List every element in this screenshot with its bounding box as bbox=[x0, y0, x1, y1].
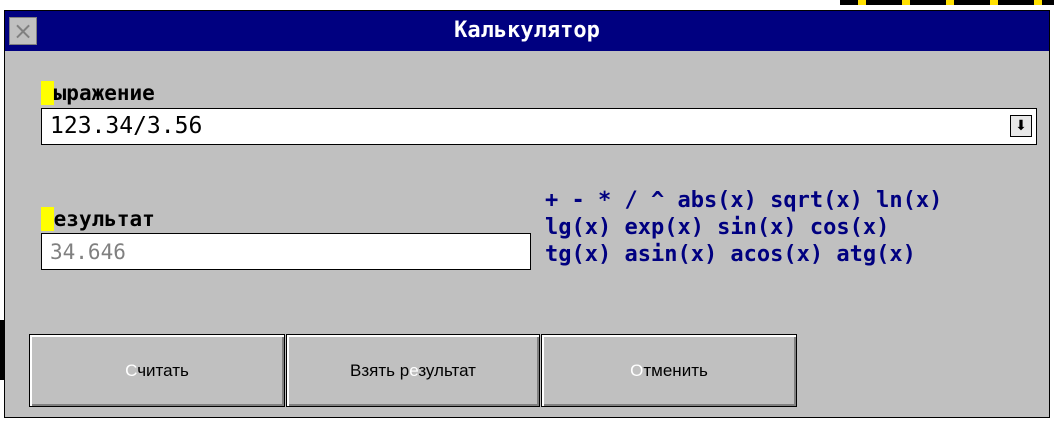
result-label-text: езультат bbox=[53, 207, 155, 231]
dropdown-arrow-icon[interactable]: ⬇ bbox=[1010, 115, 1032, 137]
functions-help: + - * / ^ abs(x) sqrt(x) ln(x) lg(x) exp(… bbox=[545, 187, 1045, 268]
take-result-button-label-pre: Взять р bbox=[350, 361, 410, 380]
cancel-button-label: тменить bbox=[643, 361, 708, 380]
expression-label-text: ыражение bbox=[53, 81, 155, 105]
background-window-strip bbox=[840, 0, 1054, 5]
expression-input[interactable]: 123.34/3.56 bbox=[50, 113, 202, 139]
cancel-button[interactable]: Отменить bbox=[541, 334, 797, 407]
calculate-button-mnemonic: С bbox=[125, 361, 138, 380]
result-label-mnemonic: Р bbox=[41, 207, 54, 231]
result-field[interactable]: 34.646 bbox=[41, 233, 531, 270]
take-result-button[interactable]: Взять результат bbox=[286, 334, 540, 407]
help-line: + - * / ^ abs(x) sqrt(x) ln(x) bbox=[545, 188, 943, 213]
calculate-button[interactable]: Считать bbox=[29, 334, 285, 407]
expression-label-mnemonic: В bbox=[41, 81, 54, 105]
help-line: lg(x) exp(x) sin(x) cos(x) bbox=[545, 215, 890, 240]
result-label: Результат bbox=[41, 207, 155, 231]
window-title: Калькулятор bbox=[454, 18, 600, 43]
take-result-button-mnemonic: е bbox=[409, 361, 419, 380]
expression-combobox[interactable]: 123.34/3.56 ⬇ bbox=[41, 108, 1037, 145]
calculate-button-label: читать bbox=[137, 361, 189, 380]
expression-label: Выражение bbox=[41, 81, 155, 105]
result-value: 34.646 bbox=[50, 240, 126, 264]
cancel-button-mnemonic: О bbox=[630, 361, 644, 380]
title-bar[interactable]: × Калькулятор bbox=[5, 11, 1049, 51]
calculator-dialog: × Калькулятор Выражение 123.34/3.56 ⬇ Ре… bbox=[4, 10, 1050, 418]
take-result-button-label-rest: зультат bbox=[418, 361, 476, 380]
help-line: tg(x) asin(x) acos(x) atg(x) bbox=[545, 242, 916, 267]
